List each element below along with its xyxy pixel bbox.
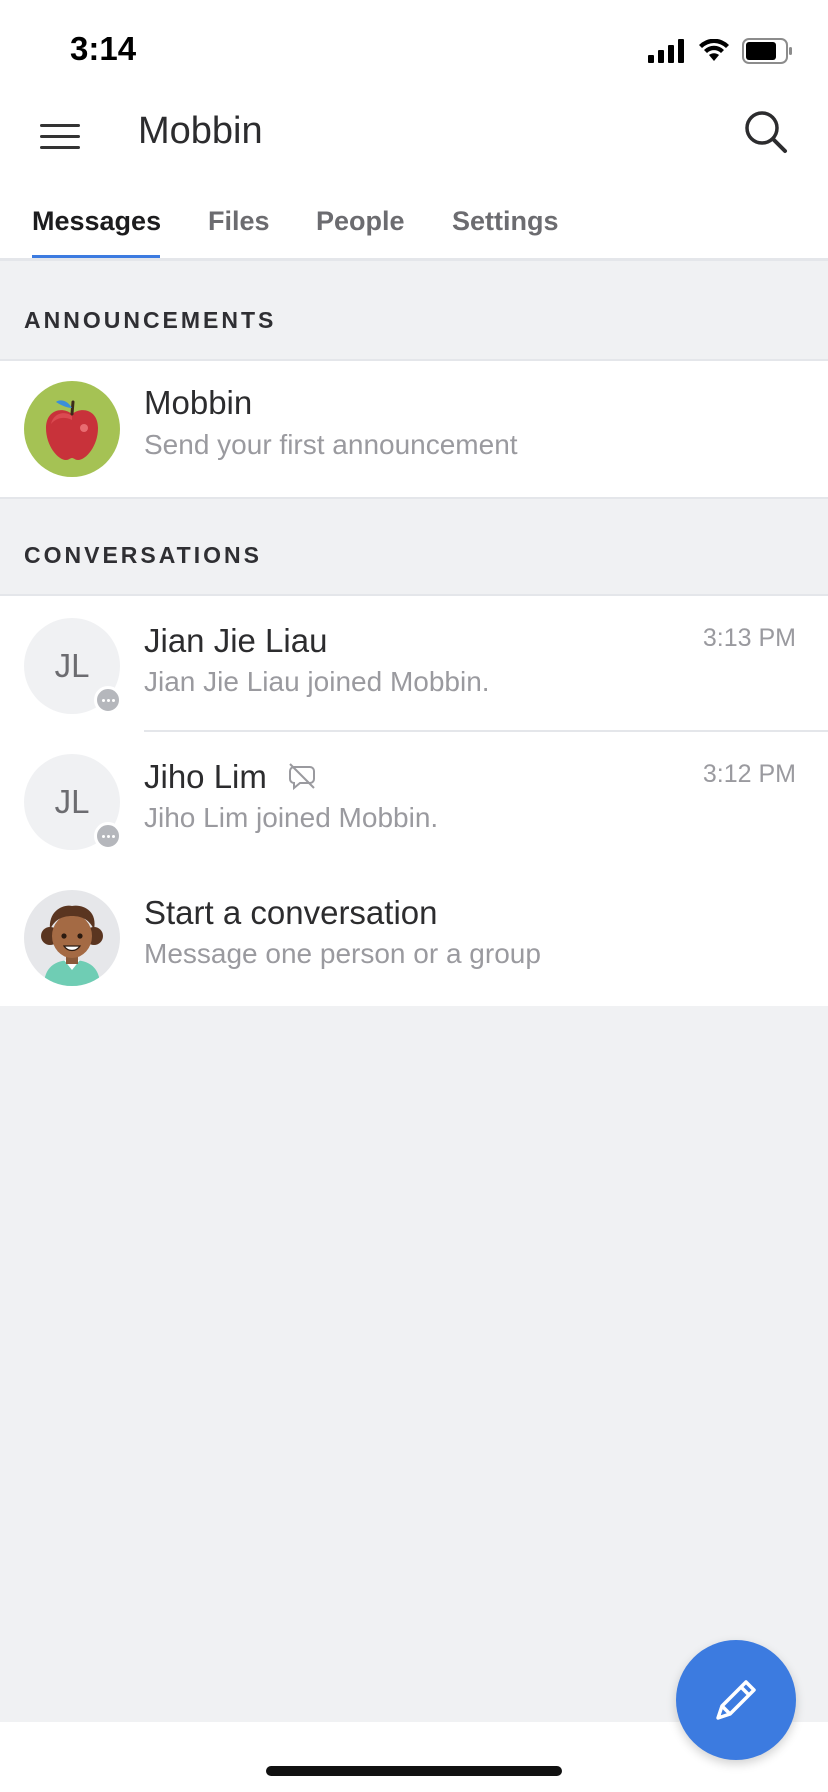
conversation-row[interactable]: JL Jiho Lim Jiho Lim joined Mobbin. 3:12…	[0, 732, 828, 868]
announcement-item[interactable]: Mobbin Send your first announcement	[0, 361, 828, 497]
start-conversation-row[interactable]: Start a conversation Message one person …	[0, 868, 828, 1006]
tab-messages[interactable]: Messages	[32, 206, 161, 237]
app-header: Mobbin	[0, 96, 828, 182]
conversations-heading: CONVERSATIONS	[24, 542, 262, 568]
status-icons	[648, 36, 794, 66]
person-avatar-icon	[24, 890, 120, 986]
start-conversation-title: Start a conversation	[144, 894, 438, 931]
tab-bar: Messages Files People Settings	[0, 182, 828, 261]
conversation-time: 3:13 PM	[702, 624, 796, 652]
conversation-time: 3:12 PM	[702, 760, 796, 788]
announcements-heading: ANNOUNCEMENTS	[24, 307, 277, 333]
hamburger-menu-icon[interactable]	[40, 116, 82, 156]
announcement-subtitle: Send your first announcement	[144, 429, 518, 460]
announcement-title: Mobbin	[144, 384, 253, 421]
presence-badge-icon	[94, 686, 122, 714]
wifi-icon	[699, 39, 729, 61]
search-icon[interactable]	[742, 108, 790, 156]
pencil-icon	[716, 1680, 756, 1720]
start-conversation-subtitle: Message one person or a group	[144, 938, 541, 969]
conversation-row[interactable]: JL Jian Jie Liau Jian Jie Liau joined Mo…	[0, 596, 828, 732]
conversation-preview: Jiho Lim joined Mobbin.	[144, 802, 439, 833]
muted-icon	[289, 763, 315, 791]
conversation-name: Jian Jie Liau	[144, 622, 328, 659]
battery-icon	[742, 38, 792, 64]
tab-people[interactable]: People	[316, 206, 405, 237]
conversation-preview: Jian Jie Liau joined Mobbin.	[144, 666, 490, 697]
home-indicator[interactable]	[266, 1766, 562, 1776]
apple-icon	[24, 381, 120, 477]
tab-settings[interactable]: Settings	[452, 206, 559, 237]
conversation-name: Jiho Lim	[144, 758, 267, 795]
status-bar: 3:14	[0, 0, 828, 96]
conversations-section: JL Jian Jie Liau Jian Jie Liau joined Mo…	[0, 594, 828, 1006]
active-tab-indicator	[32, 255, 160, 258]
announcements-section: Mobbin Send your first announcement	[0, 359, 828, 499]
presence-badge-icon	[94, 822, 122, 850]
page-title: Mobbin	[138, 110, 263, 152]
compose-button[interactable]	[676, 1640, 796, 1760]
status-time: 3:14	[70, 30, 137, 67]
tab-files[interactable]: Files	[208, 206, 270, 237]
cellular-signal-icon	[648, 39, 684, 63]
